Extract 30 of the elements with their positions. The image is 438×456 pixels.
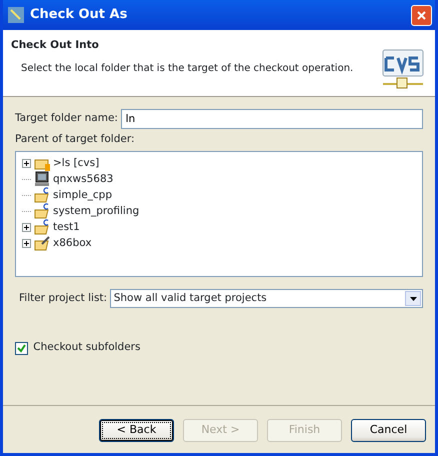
close-icon — [416, 10, 427, 20]
field-label: Parent of target folder: — [15, 132, 136, 147]
checkbox[interactable] — [15, 342, 28, 355]
c-project-folder-icon — [34, 187, 50, 204]
tree-item[interactable]: qnxws5683 — [50, 172, 114, 188]
tree-item[interactable]: test1 — [50, 220, 80, 236]
dialog-button[interactable]: < Back — [99, 419, 174, 442]
page-title: Check Out Into — [11, 38, 100, 53]
tree-item[interactable]: system_profiling — [50, 204, 140, 220]
field-label: Filter project list: — [19, 291, 108, 306]
expand-icon[interactable] — [22, 158, 31, 168]
c-project-folder-icon — [34, 203, 50, 220]
tree-item[interactable]: >ls [cvs] — [50, 156, 100, 172]
expand-icon[interactable] — [22, 238, 31, 248]
tool-folder-icon — [34, 235, 50, 252]
expand-icon[interactable] — [22, 222, 31, 232]
folder-name-field[interactable]: ln — [120, 109, 423, 129]
tree-item[interactable]: x86box — [50, 236, 92, 252]
dialog-button[interactable]: Cancel — [351, 419, 426, 442]
c-project-folder-icon — [34, 219, 50, 236]
close-button[interactable] — [411, 4, 432, 26]
page-description: Select the local folder that is the target of the checkout operation. — [20, 62, 354, 76]
computer-icon — [34, 171, 50, 188]
field-label: Target folder name: — [15, 111, 118, 126]
window-title: Check Out As — [30, 6, 128, 24]
app-icon — [8, 7, 24, 23]
filter-dropdown[interactable]: Show all valid target projects — [110, 289, 423, 308]
checkbox-label[interactable]: Checkout subfolders — [33, 340, 140, 356]
dropdown-arrow-icon — [410, 296, 416, 301]
tree-item[interactable]: simple_cpp — [50, 188, 112, 204]
